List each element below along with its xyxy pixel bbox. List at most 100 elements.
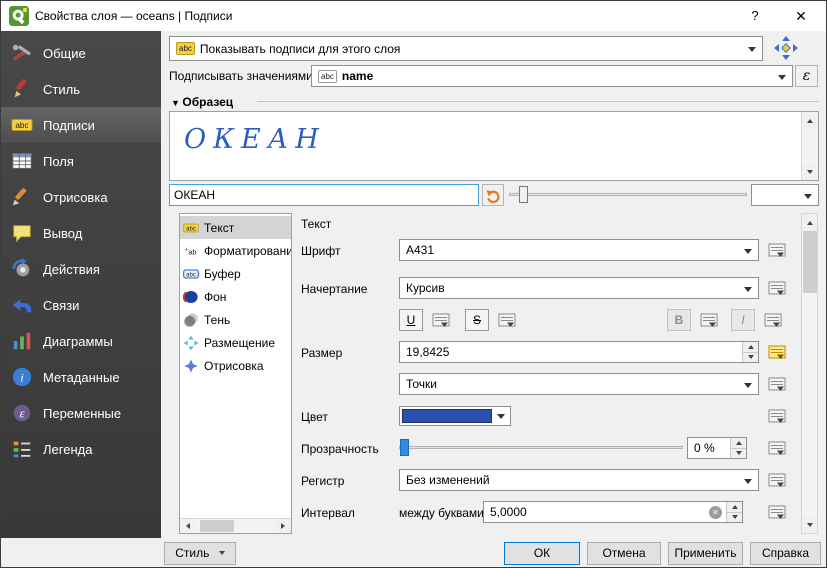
sidebar-item-label: Связи: [43, 298, 79, 313]
clear-icon[interactable]: ✕: [709, 506, 722, 519]
size-spinbox[interactable]: 19,8425: [399, 341, 759, 363]
sidebar-item-metadata[interactable]: i Метаданные: [1, 359, 161, 395]
slider-groove: [399, 446, 683, 449]
units-data-defined-button[interactable]: [765, 374, 789, 394]
letter-spacing-spinbox[interactable]: 5,0000 ✕: [483, 501, 743, 523]
tab-text[interactable]: abc Текст: [180, 216, 291, 239]
sample-text-input[interactable]: [169, 184, 479, 206]
strikeout-button[interactable]: S: [465, 309, 489, 331]
sidebar-item-label: Метаданные: [43, 370, 120, 385]
style-menu-button[interactable]: Стиль: [164, 542, 236, 565]
label-with-label: Подписывать значениями: [169, 69, 313, 83]
underline-data-defined-button[interactable]: [429, 310, 453, 330]
scroll-thumb[interactable]: [200, 520, 234, 532]
general-icon: [11, 42, 33, 64]
button-bar: Стиль ОК Отмена Применить Справка: [1, 538, 826, 568]
sidebar-item-variables[interactable]: ε Переменные: [1, 395, 161, 431]
transparency-label: Прозрачность: [301, 442, 379, 456]
bold-button[interactable]: B: [667, 309, 691, 331]
data-defined-icon: [768, 473, 786, 488]
ok-button[interactable]: ОК: [504, 542, 580, 565]
scroll-left-icon[interactable]: [180, 519, 195, 533]
preview-scale-slider[interactable]: [509, 184, 747, 206]
case-combo[interactable]: Без изменений: [399, 469, 759, 491]
style-label: Начертание: [301, 282, 367, 296]
reset-sample-button[interactable]: [482, 184, 504, 206]
bold-data-defined-button[interactable]: [697, 310, 721, 330]
chevron-down-icon: [744, 479, 752, 488]
sidebar-item-actions[interactable]: Действия: [1, 251, 161, 287]
sidebar-item-style[interactable]: Стиль: [1, 71, 161, 107]
italic-button[interactable]: I: [731, 309, 755, 331]
style-data-defined-button[interactable]: [765, 278, 789, 298]
spin-buttons[interactable]: [730, 438, 746, 458]
font-combo[interactable]: A431: [399, 239, 759, 261]
sidebar-item-rendering[interactable]: Отрисовка: [1, 179, 161, 215]
tab-background[interactable]: Фон: [180, 285, 291, 308]
auto-placement-settings-button[interactable]: [771, 34, 801, 62]
svg-text:i: i: [20, 371, 23, 385]
case-data-defined-button[interactable]: [765, 470, 789, 490]
metadata-icon: i: [11, 366, 33, 388]
panel-scrollbar[interactable]: [801, 213, 818, 534]
cancel-button[interactable]: Отмена: [587, 542, 661, 565]
slider-groove: [509, 193, 747, 196]
font-data-defined-button[interactable]: [765, 240, 789, 260]
spacing-sub-label: между буквами: [399, 506, 484, 520]
label-mode-combo[interactable]: abc Показывать подписи для этого слоя: [169, 36, 763, 61]
style-menu-label: Стиль: [175, 546, 209, 560]
slider-handle[interactable]: [519, 186, 528, 203]
tab-rendering[interactable]: Отрисовка: [180, 354, 291, 377]
color-data-defined-button[interactable]: [765, 406, 789, 426]
style-combo[interactable]: Курсив: [399, 277, 759, 299]
sidebar-item-fields[interactable]: Поля: [1, 143, 161, 179]
preview-size-combo[interactable]: [751, 184, 819, 206]
window-help-button[interactable]: ?: [736, 1, 774, 31]
color-button[interactable]: [399, 406, 511, 426]
scroll-down-icon[interactable]: [802, 517, 817, 533]
tab-label: Тень: [204, 313, 230, 327]
tabs-horizontal-scrollbar[interactable]: [180, 518, 291, 533]
sidebar-item-labels[interactable]: abc Подписи: [1, 107, 161, 143]
tab-placement[interactable]: Размещение: [180, 331, 291, 354]
italic-data-defined-button[interactable]: [761, 310, 785, 330]
window-close-button[interactable]: ✕: [782, 1, 820, 31]
spin-down-icon: [731, 449, 746, 459]
tab-shadow[interactable]: Тень: [180, 308, 291, 331]
sidebar-item-diagrams[interactable]: Диаграммы: [1, 323, 161, 359]
strikeout-data-defined-button[interactable]: [495, 310, 519, 330]
spacing-label: Интервал: [301, 506, 355, 520]
preview-scrollbar[interactable]: [801, 112, 818, 180]
spacing-data-defined-button[interactable]: [765, 502, 789, 522]
transparency-spinbox[interactable]: 0 %: [687, 437, 747, 459]
scroll-up-icon[interactable]: [802, 214, 817, 230]
sidebar-item-joins[interactable]: Связи: [1, 287, 161, 323]
sidebar-item-display[interactable]: Вывод: [1, 215, 161, 251]
size-data-defined-button-active[interactable]: [765, 342, 789, 362]
help-button[interactable]: Справка: [750, 542, 821, 565]
tab-buffer[interactable]: abc Буфер: [180, 262, 291, 285]
size-value: 19,8425: [406, 345, 449, 359]
sidebar-item-general[interactable]: Общие: [1, 35, 161, 71]
color-label: Цвет: [301, 410, 328, 424]
sidebar-item-legend[interactable]: Легенда: [1, 431, 161, 467]
size-units-combo[interactable]: Точки: [399, 373, 759, 395]
underline-button[interactable]: U: [399, 309, 423, 331]
transparency-slider[interactable]: [399, 437, 683, 459]
spin-buttons[interactable]: [726, 502, 742, 522]
scroll-up-icon[interactable]: [802, 112, 818, 128]
scroll-down-icon[interactable]: [802, 164, 818, 180]
scroll-right-icon[interactable]: [276, 519, 291, 533]
field-combo[interactable]: abc name: [311, 65, 793, 87]
tab-label: Отрисовка: [204, 359, 264, 373]
spin-buttons[interactable]: [742, 342, 758, 362]
apply-button[interactable]: Применить: [668, 542, 743, 565]
sidebar-item-label: Подписи: [43, 118, 95, 133]
scroll-thumb[interactable]: [803, 231, 817, 293]
expression-builder-button[interactable]: ε: [795, 65, 818, 87]
rendering-icon: [11, 186, 33, 208]
sample-section-toggle[interactable]: ▼ Образец: [171, 95, 233, 109]
transparency-data-defined-button[interactable]: [765, 438, 789, 458]
tab-formatting[interactable]: +ab Форматирование: [180, 239, 291, 262]
slider-handle[interactable]: [400, 439, 409, 456]
